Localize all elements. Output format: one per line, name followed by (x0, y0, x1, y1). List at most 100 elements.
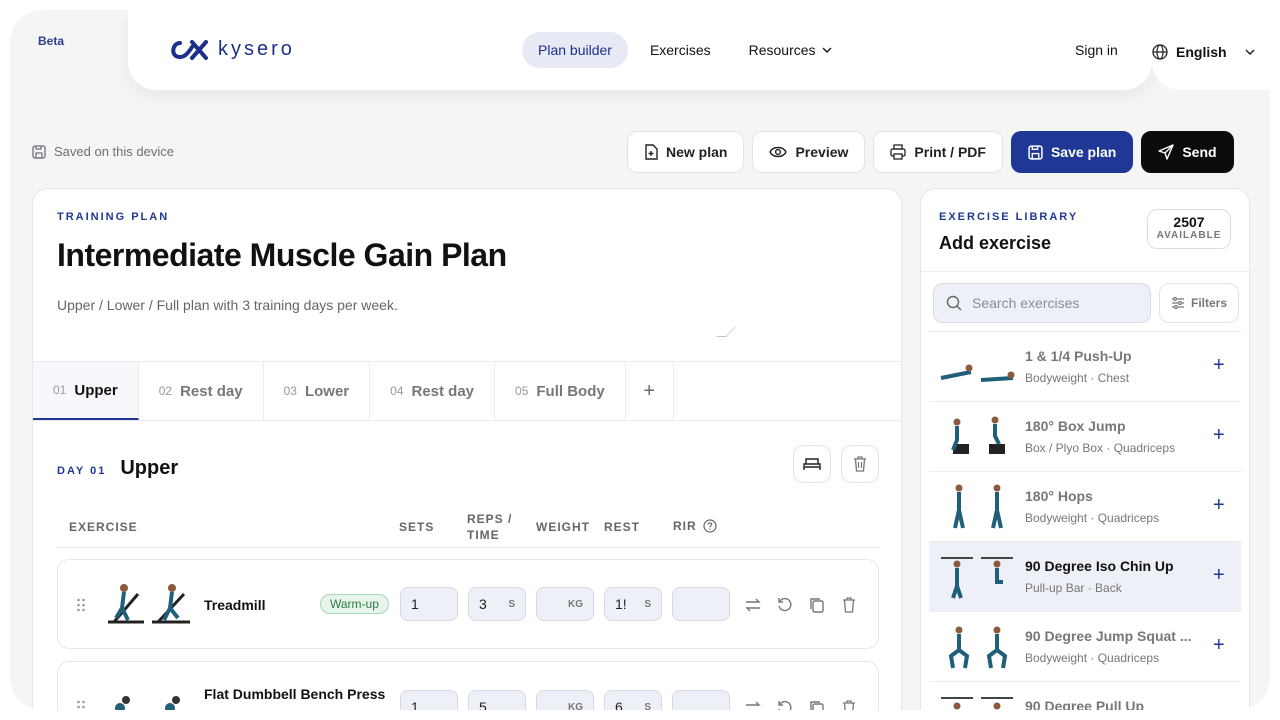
nav-resources[interactable]: Resources (733, 32, 848, 68)
tab-upper[interactable]: 01 Upper (33, 362, 139, 420)
tab-rest-day-2[interactable]: 04 Rest day (370, 362, 496, 420)
trash-icon[interactable] (840, 597, 858, 613)
add-exercise-button[interactable]: + (1213, 424, 1225, 447)
tab-number: 02 (158, 384, 173, 398)
chevron-down-icon (822, 47, 832, 53)
top-nav: kysero Plan builder Exercises Resources … (128, 10, 1152, 90)
help-circle-icon[interactable] (703, 519, 717, 533)
col-sets: SETS (399, 520, 435, 534)
exercise-name[interactable]: Flat Dumbbell Bench Press (204, 686, 385, 702)
bench-press-thumbnail (115, 696, 180, 710)
drag-handle-icon[interactable] (76, 598, 86, 612)
reset-icon[interactable] (776, 597, 794, 613)
app-frame: Beta kysero Plan builder Exercises Resou… (10, 10, 1270, 710)
copy-icon[interactable] (808, 597, 826, 613)
search-icon (946, 295, 962, 311)
library-item[interactable]: 180° Hops Bodyweight · Quadriceps + (929, 471, 1241, 541)
add-exercise-button[interactable]: + (1213, 494, 1225, 517)
rest-value: 1! (615, 596, 627, 612)
textarea-resize-handle[interactable] (716, 327, 736, 337)
new-plan-label: New plan (666, 144, 728, 160)
sets-input[interactable]: 1 (400, 587, 458, 621)
tab-lower[interactable]: 03 Lower (264, 362, 371, 420)
saved-status: Saved on this device (32, 144, 174, 159)
tab-number: 03 (283, 384, 297, 398)
search-input[interactable]: Search exercises (933, 283, 1151, 323)
col-reps-line1: REPS / (467, 512, 513, 526)
nav-resources-label: Resources (748, 42, 816, 58)
tab-number: 04 (390, 384, 404, 398)
tab-number: 05 (515, 384, 529, 398)
tab-label: Lower (304, 382, 350, 400)
drag-handle-icon[interactable] (76, 700, 86, 710)
sets-value: 1 (411, 596, 419, 612)
swap-icon[interactable] (744, 700, 762, 710)
rest-input[interactable]: 6S (604, 690, 662, 710)
library-item[interactable]: 90 Degree Pull Up (929, 681, 1241, 710)
plan-description[interactable]: Upper / Lower / Full plan with 3 trainin… (57, 297, 398, 313)
preview-button[interactable]: Preview (752, 131, 866, 173)
library-item[interactable]: 90 Degree Jump Squat ... Bodyweight · Qu… (929, 611, 1241, 681)
nav-plan-builder[interactable]: Plan builder (522, 32, 628, 68)
rir-input[interactable] (672, 690, 730, 710)
weight-input[interactable]: KG (536, 690, 594, 710)
library-item-selected[interactable]: 90 Degree Iso Chin Up Pull-up Bar · Back… (929, 541, 1241, 611)
warm-up-badge: Warm-up (320, 594, 389, 614)
language-selector[interactable]: English (1152, 44, 1255, 60)
library-item[interactable]: 180° Box Jump Box / Plyo Box · Quadricep… (929, 401, 1241, 471)
tab-label: Full Body (536, 382, 605, 400)
library-item[interactable]: 1 & 1/4 Push-Up Bodyweight · Chest + (929, 331, 1241, 401)
plan-panel: TRAINING PLAN Intermediate Muscle Gain P… (32, 188, 902, 710)
preview-label: Preview (795, 144, 849, 160)
print-button[interactable]: Print / PDF (873, 131, 1003, 173)
col-exercise: EXERCISE (69, 520, 138, 534)
add-day-button[interactable]: + (626, 362, 674, 420)
sliders-icon (1171, 297, 1184, 309)
rest-day-button[interactable] (793, 445, 831, 483)
delete-day-button[interactable] (841, 445, 879, 483)
tab-full-body[interactable]: 05 Full Body (495, 362, 626, 420)
tab-label: Rest day (411, 382, 475, 400)
chin-up-thumbnail (941, 557, 1013, 599)
tab-rest-day-1[interactable]: 02 Rest day (139, 362, 264, 420)
col-reps: REPS / TIME (467, 512, 512, 542)
sets-input[interactable]: 1 (400, 690, 458, 710)
save-plan-button[interactable]: Save plan (1010, 131, 1134, 173)
save-plan-label: Save plan (1050, 144, 1117, 160)
exercise-library-panel: EXERCISE LIBRARY Add exercise 2507 AVAIL… (920, 188, 1250, 710)
saved-status-text: Saved on this device (54, 144, 174, 159)
copy-icon[interactable] (808, 700, 826, 710)
day-tabs: 01 Upper 02 Rest day 03 Lower 04 Rest day 05… (33, 361, 901, 421)
weight-input[interactable]: KG (536, 587, 594, 621)
library-item-meta: Box / Plyo Box · Quadriceps (1025, 441, 1176, 455)
new-plan-button[interactable]: New plan (627, 131, 745, 173)
print-label: Print / PDF (914, 144, 986, 160)
globe-icon (1152, 44, 1168, 60)
add-exercise-button[interactable]: + (1213, 354, 1225, 377)
filters-button[interactable]: Filters (1159, 283, 1239, 323)
exercise-name[interactable]: Treadmill (204, 597, 265, 613)
treadmill-thumbnail (108, 584, 190, 624)
rir-input[interactable] (672, 587, 730, 621)
swap-icon[interactable] (744, 597, 762, 613)
nav-exercises[interactable]: Exercises (634, 32, 727, 68)
reps-input[interactable]: 5 (468, 690, 526, 710)
plan-title[interactable]: Intermediate Muscle Gain Plan (57, 237, 507, 274)
library-title: Add exercise (939, 233, 1052, 253)
add-exercise-button[interactable]: + (1213, 564, 1225, 587)
language-area: English (1152, 10, 1270, 90)
reps-input[interactable]: 3S (468, 587, 526, 621)
row-actions (744, 700, 858, 710)
trash-icon[interactable] (840, 700, 858, 710)
reset-icon[interactable] (776, 700, 794, 710)
rest-unit: S (644, 598, 651, 610)
sign-in-link[interactable]: Sign in (1075, 42, 1118, 58)
rest-input[interactable]: 1! S (604, 587, 662, 621)
weight-unit: KG (568, 701, 583, 711)
day-title[interactable]: Upper (120, 457, 178, 480)
send-button[interactable]: Send (1141, 131, 1234, 173)
logo[interactable]: kysero (168, 38, 295, 61)
add-exercise-button[interactable]: + (1213, 634, 1225, 657)
push-up-thumbnail (940, 364, 1015, 382)
new-file-icon (645, 144, 658, 160)
